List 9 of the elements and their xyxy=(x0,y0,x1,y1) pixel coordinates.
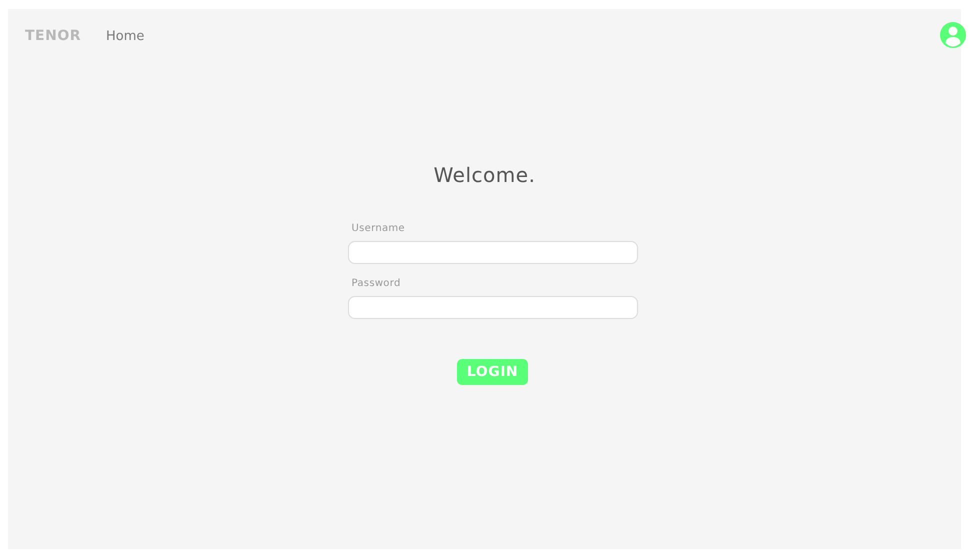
login-button[interactable]: LOGIN xyxy=(456,359,528,385)
input-field[interactable] xyxy=(348,296,638,319)
field-label: Password xyxy=(352,278,402,289)
input-field[interactable] xyxy=(348,241,638,264)
brand-logo[interactable]: TENOR xyxy=(25,28,82,44)
user-avatar-icon[interactable] xyxy=(940,22,966,48)
nav-link[interactable]: Home xyxy=(106,28,144,44)
welcome-heading: Welcome. xyxy=(432,163,536,187)
field-label: Username xyxy=(352,223,406,234)
